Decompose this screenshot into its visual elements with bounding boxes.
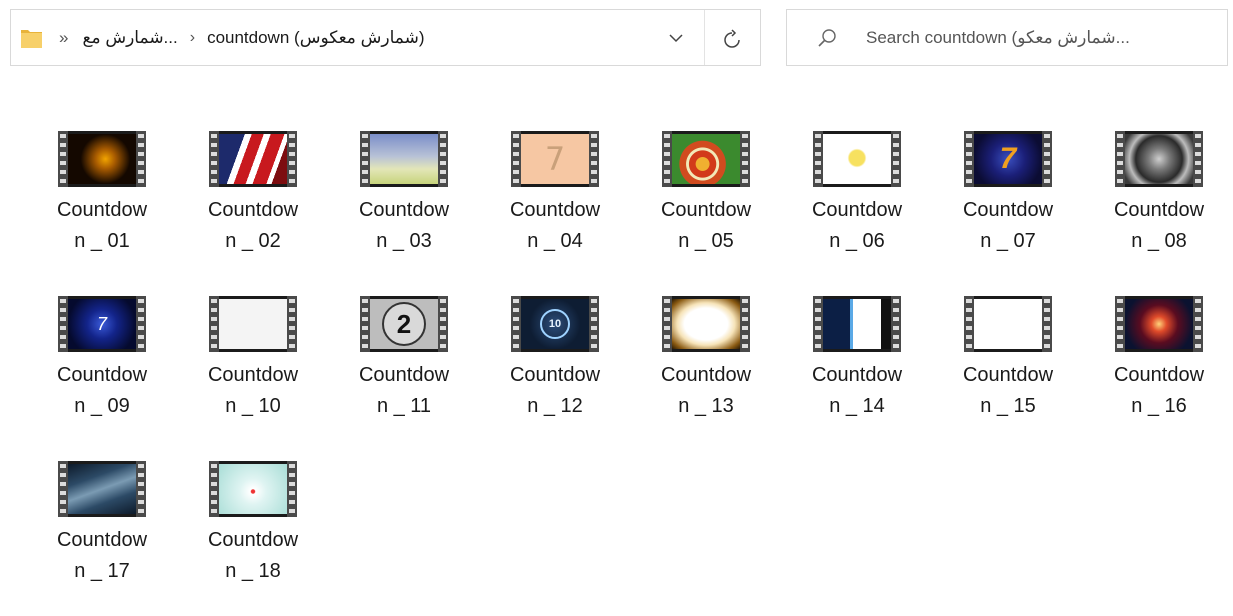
video-thumbnail (360, 131, 448, 187)
film-strip-edge (136, 461, 146, 517)
film-strip-edge (438, 296, 448, 352)
film-strip-edge (136, 131, 146, 187)
film-strip-edge (209, 131, 219, 187)
file-item[interactable]: Countdow n _ 02 (190, 131, 316, 257)
file-item[interactable]: Countdow n _ 01 (39, 131, 165, 257)
file-name: Countdow n _ 15 (962, 364, 1054, 417)
file-item[interactable]: 7 Countdow n _ 07 (945, 131, 1071, 257)
file-name: Countdow n _ 18 (207, 529, 299, 582)
file-item[interactable]: Countdow n _ 03 (341, 131, 467, 257)
film-strip-edge (1042, 131, 1052, 187)
video-thumbnail (662, 131, 750, 187)
video-thumbnail (209, 461, 297, 517)
file-item[interactable]: 10 Countdow n _ 12 (492, 296, 618, 422)
file-item[interactable]: 7 Countdow n _ 09 (39, 296, 165, 422)
film-strip-edge (58, 296, 68, 352)
file-item[interactable]: 2 Countdow n _ 11 (341, 296, 467, 422)
video-thumbnail: 7 (58, 296, 146, 352)
file-name: Countdow n _ 13 (660, 364, 752, 417)
thumb-number: 7 (974, 134, 1042, 184)
film-strip-edge (1193, 131, 1203, 187)
file-item[interactable]: Countdow n _ 05 (643, 131, 769, 257)
thumb-number: 2 (382, 302, 426, 346)
film-strip-edge (360, 131, 370, 187)
film-strip-edge (1115, 296, 1125, 352)
file-item[interactable]: 7 Countdow n _ 04 (492, 131, 618, 257)
file-name: Countdow n _ 06 (811, 199, 903, 252)
video-thumbnail (813, 296, 901, 352)
video-thumbnail: 2 (360, 296, 448, 352)
film-strip-edge (287, 296, 297, 352)
video-thumbnail: 10 (511, 296, 599, 352)
thumb-number: 7 (68, 299, 136, 349)
video-thumbnail: 7 (964, 131, 1052, 187)
file-name: Countdow n _ 10 (207, 364, 299, 417)
film-strip-edge (136, 296, 146, 352)
film-strip-edge (1193, 296, 1203, 352)
film-strip-edge (58, 131, 68, 187)
film-strip-edge (360, 296, 370, 352)
film-strip-edge (662, 131, 672, 187)
file-name: Countdow n _ 02 (207, 199, 299, 252)
file-item[interactable]: Countdow n _ 06 (794, 131, 920, 257)
file-name: Countdow n _ 11 (358, 364, 450, 417)
file-item[interactable]: Countdow n _ 10 (190, 296, 316, 422)
film-strip-edge (589, 296, 599, 352)
video-thumbnail (1115, 131, 1203, 187)
file-name: Countdow n _ 04 (509, 199, 601, 252)
file-item[interactable]: Countdow n _ 14 (794, 296, 920, 422)
film-strip-edge (209, 296, 219, 352)
file-item[interactable]: Countdow n _ 15 (945, 296, 1071, 422)
file-name: Countdow n _ 17 (56, 529, 148, 582)
file-name: Countdow n _ 05 (660, 199, 752, 252)
file-item[interactable]: Countdow n _ 08 (1096, 131, 1222, 257)
film-strip-edge (813, 296, 823, 352)
film-strip-edge (589, 131, 599, 187)
film-strip-edge (511, 296, 521, 352)
film-strip-edge (813, 131, 823, 187)
film-strip-edge (287, 461, 297, 517)
film-strip-edge (891, 296, 901, 352)
video-thumbnail (813, 131, 901, 187)
file-name: Countdow n _ 14 (811, 364, 903, 417)
film-strip-edge (287, 131, 297, 187)
file-name: Countdow n _ 08 (1113, 199, 1205, 252)
file-item[interactable]: Countdow n _ 16 (1096, 296, 1222, 422)
film-strip-edge (964, 296, 974, 352)
video-thumbnail (209, 131, 297, 187)
video-thumbnail (209, 296, 297, 352)
film-strip-edge (209, 461, 219, 517)
video-thumbnail (1115, 296, 1203, 352)
video-thumbnail (58, 131, 146, 187)
file-grid: Countdow n _ 01 Countdow n _ 02 Countdow… (0, 0, 1233, 616)
film-strip-edge (662, 296, 672, 352)
file-name: Countdow n _ 12 (509, 364, 601, 417)
film-strip-edge (740, 131, 750, 187)
film-strip-edge (740, 296, 750, 352)
file-name: Countdow n _ 07 (962, 199, 1054, 252)
thumb-number: 7 (521, 134, 589, 184)
thumb-number: 10 (540, 309, 570, 339)
video-thumbnail (662, 296, 750, 352)
film-strip-edge (964, 131, 974, 187)
film-strip-edge (891, 131, 901, 187)
film-strip-edge (511, 131, 521, 187)
film-strip-edge (438, 131, 448, 187)
file-name: Countdow n _ 01 (56, 199, 148, 252)
film-strip-edge (1042, 296, 1052, 352)
file-name: Countdow n _ 03 (358, 199, 450, 252)
file-item[interactable]: Countdow n _ 13 (643, 296, 769, 422)
video-thumbnail (58, 461, 146, 517)
file-name: Countdow n _ 09 (56, 364, 148, 417)
file-name: Countdow n _ 16 (1113, 364, 1205, 417)
video-thumbnail (964, 296, 1052, 352)
film-strip-edge (1115, 131, 1125, 187)
video-thumbnail: 7 (511, 131, 599, 187)
file-item[interactable]: Countdow n _ 17 (39, 461, 165, 587)
file-item[interactable]: Countdow n _ 18 (190, 461, 316, 587)
film-strip-edge (58, 461, 68, 517)
